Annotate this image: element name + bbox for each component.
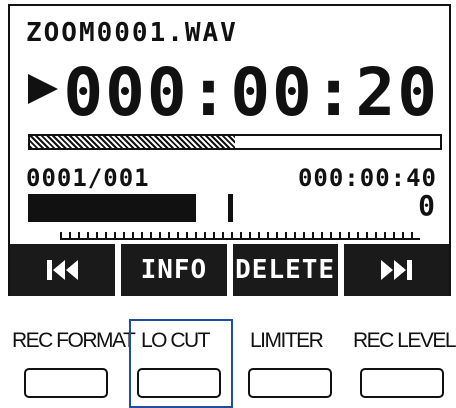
prev-track-icon [46,260,78,280]
file-name: ZOOM0001.WAV [26,18,238,48]
level-meter-peak [228,194,233,222]
level-meter-scale [60,230,420,240]
clip-indicator: 0 [418,189,435,222]
info-button[interactable]: INFO [121,244,227,296]
limiter-label: LIMITER [250,329,324,352]
prev-track-button[interactable] [10,244,116,296]
delete-button[interactable]: DELETE [232,244,338,296]
playback-progress-bar[interactable] [28,134,442,150]
limiter-button[interactable] [248,368,332,398]
playback-progress-fill [30,136,235,148]
lcd-display: ZOOM0001.WAV 000:00:20 0001/001 000:00:4… [8,4,451,296]
rec-format-button[interactable] [24,368,108,398]
rec-level-button[interactable] [360,368,444,398]
rec-level-label: REC LEVEL [353,329,456,352]
level-meter-bar [28,194,196,222]
next-track-icon [381,260,413,280]
total-time: 000:00:40 [297,164,437,192]
play-icon [28,74,58,104]
elapsed-time: 000:00:20 [63,54,439,131]
next-track-button[interactable] [343,244,449,296]
track-counter: 0001/001 [26,164,150,192]
lo-cut-highlight [129,319,233,408]
rec-format-label: REC FORMAT [12,329,136,352]
softkey-bar: INFO DELETE [10,244,449,296]
